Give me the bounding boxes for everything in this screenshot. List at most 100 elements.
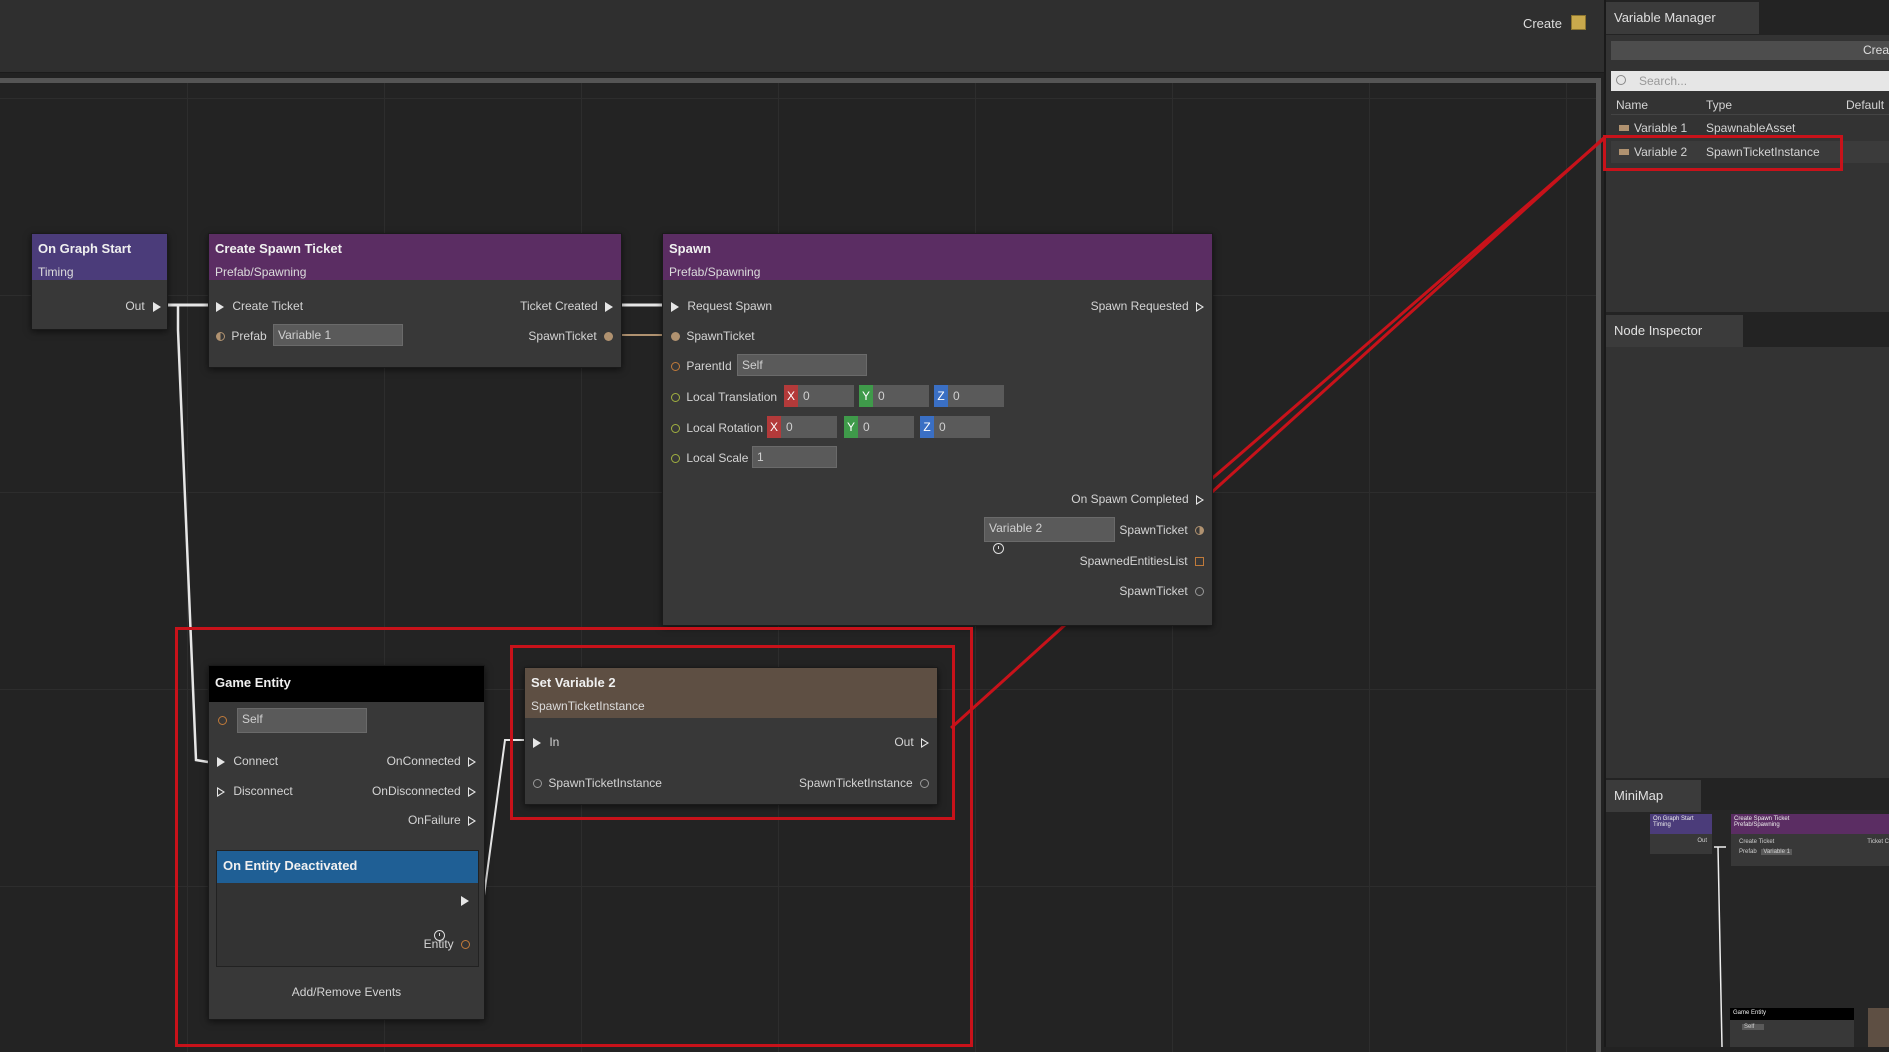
node-header: On Graph Start Timing: [32, 234, 167, 280]
node-subtitle: Timing: [38, 265, 74, 279]
pin-label: SpawnedEntitiesList: [1079, 554, 1188, 568]
pin-label: Local Scale: [686, 451, 749, 465]
spawned-entities-list-pin[interactable]: SpawnedEntitiesList: [1080, 554, 1204, 568]
annotation-box-set-variable: [510, 645, 955, 820]
pin-label: SpawnTicket: [1119, 584, 1188, 598]
variable-2-field[interactable]: Variable 2: [984, 517, 1115, 542]
pin-label: SpawnTicket: [528, 329, 597, 343]
data-pin-icon[interactable]: [671, 454, 680, 464]
spawnticket-out-pin-2[interactable]: SpawnTicket: [1119, 584, 1204, 598]
minimap-node: [1868, 1008, 1889, 1047]
variable-name: Variable 1: [1634, 121, 1688, 135]
data-pin-icon[interactable]: [671, 332, 680, 342]
exec-in-icon[interactable]: [216, 301, 224, 312]
tab-node-inspector[interactable]: Node Inspector: [1606, 315, 1743, 347]
pin-label: Local Rotation: [686, 421, 764, 435]
rotation-z-field[interactable]: Z0: [920, 416, 990, 438]
node-inspector-panel: Node Inspector: [1606, 312, 1889, 778]
parentid-field[interactable]: Self: [737, 354, 867, 376]
spawnticket-in-pin[interactable]: SpawnTicket: [671, 329, 755, 343]
search-placeholder: Search...: [1639, 74, 1688, 88]
translation-x-field[interactable]: X0: [784, 385, 854, 407]
minimap-panel[interactable]: MiniMap On Graph Start Timing Out Create…: [1606, 778, 1889, 1047]
pin-label: Create Ticket: [232, 299, 304, 313]
pin-label: On Spawn Completed: [1071, 492, 1189, 506]
local-rotation-pin[interactable]: Local Rotation: [671, 421, 763, 435]
local-scale-pin[interactable]: Local Scale: [671, 451, 748, 465]
pin-label: Local Translation: [686, 390, 778, 404]
rotation-y-field[interactable]: Y0: [844, 416, 914, 438]
x-axis-label: X: [767, 416, 781, 438]
z-axis-label: Z: [934, 385, 948, 407]
column-header-type[interactable]: Type: [1706, 98, 1732, 112]
spawnticket-out-pin[interactable]: SpawnTicket: [1119, 523, 1204, 537]
minimap-node: Game Entity Self: [1730, 1008, 1854, 1047]
exec-out-icon[interactable]: [1196, 494, 1204, 505]
z-axis-label: Z: [920, 416, 934, 438]
divider: [1611, 114, 1889, 115]
y-axis-label: Y: [844, 416, 858, 438]
x-axis-label: X: [784, 385, 798, 407]
column-header-default[interactable]: Default: [1846, 98, 1884, 112]
create-ticket-pin[interactable]: Create Ticket: [216, 299, 303, 313]
minimap-wires: [1714, 846, 1726, 1047]
field-value: 0: [803, 389, 810, 403]
ticket-created-pin[interactable]: Ticket Created: [520, 299, 613, 313]
node-header: Spawn Prefab/Spawning: [663, 234, 1212, 280]
local-translation-pin[interactable]: Local Translation: [671, 390, 777, 404]
data-pin-icon[interactable]: [671, 362, 680, 372]
variable-color-icon: [1619, 125, 1629, 131]
minimap-node-title: Game Entity: [1730, 1008, 1854, 1020]
prefab-pin[interactable]: Prefab: [216, 329, 267, 343]
data-pin-icon[interactable]: [604, 332, 613, 342]
search-icon: [1616, 75, 1626, 85]
spawnticket-out-pin[interactable]: SpawnTicket: [528, 329, 613, 343]
field-value: 0: [863, 420, 870, 434]
parentid-pin[interactable]: ParentId: [671, 359, 732, 373]
exec-in-icon[interactable]: [671, 301, 679, 312]
field-value: 0: [878, 389, 885, 403]
data-pin-icon[interactable]: [671, 424, 680, 434]
node-title: Spawn: [669, 241, 711, 256]
rotation-x-field[interactable]: X0: [767, 416, 837, 438]
translation-y-field[interactable]: Y0: [859, 385, 929, 407]
column-header-name[interactable]: Name: [1616, 98, 1648, 112]
data-pin-icon[interactable]: [1195, 587, 1204, 597]
node-create-spawn-ticket[interactable]: Create Spawn Ticket Prefab/Spawning Crea…: [208, 233, 622, 368]
node-spawn[interactable]: Spawn Prefab/Spawning Request Spawn Spaw…: [662, 233, 1213, 626]
node-header: Create Spawn Ticket Prefab/Spawning: [209, 234, 621, 280]
translation-z-field[interactable]: Z0: [934, 385, 1004, 407]
data-pin-icon[interactable]: [671, 393, 680, 403]
node-on-graph-start[interactable]: On Graph Start Timing Out: [31, 233, 168, 330]
request-spawn-pin[interactable]: Request Spawn: [671, 299, 772, 313]
pin-label: ParentId: [686, 359, 732, 373]
annotation-box-variable-2: [1603, 135, 1843, 171]
variable-manager-panel: Variable Manager Crea Search... Name Typ…: [1603, 0, 1889, 312]
node-subtitle: Prefab/Spawning: [215, 265, 307, 279]
minimap-field: Self: [1742, 1024, 1765, 1030]
node-title: On Graph Start: [38, 241, 132, 256]
list-pin-icon[interactable]: [1195, 557, 1204, 567]
pin-label: Prefab: [231, 329, 267, 343]
annotation-line-spawn-to-var: [1207, 136, 1604, 484]
prefab-field[interactable]: Variable 1: [273, 324, 403, 346]
out-pin[interactable]: Out: [125, 299, 161, 313]
field-value: 0: [939, 420, 946, 434]
local-scale-field[interactable]: 1: [752, 446, 837, 468]
exec-out-icon[interactable]: [153, 301, 161, 312]
on-spawn-completed-pin[interactable]: On Spawn Completed: [1071, 492, 1204, 506]
variable-type: SpawnableAsset: [1706, 121, 1796, 135]
data-pin-icon[interactable]: [1195, 526, 1204, 536]
exec-out-icon[interactable]: [1196, 301, 1204, 312]
data-pin-icon[interactable]: [216, 332, 225, 342]
tab-variable-manager[interactable]: Variable Manager: [1606, 2, 1759, 34]
pin-label: SpawnTicket: [686, 329, 755, 343]
node-title: Create Spawn Ticket: [215, 241, 342, 256]
create-variable-button[interactable]: Crea: [1611, 41, 1889, 60]
spawn-requested-pin[interactable]: Spawn Requested: [1091, 299, 1204, 313]
search-input[interactable]: Search...: [1611, 71, 1889, 91]
field-value: 0: [953, 389, 960, 403]
exec-out-icon[interactable]: [605, 301, 613, 312]
y-axis-label: Y: [859, 385, 873, 407]
pin-label: Spawn Requested: [1090, 299, 1189, 313]
